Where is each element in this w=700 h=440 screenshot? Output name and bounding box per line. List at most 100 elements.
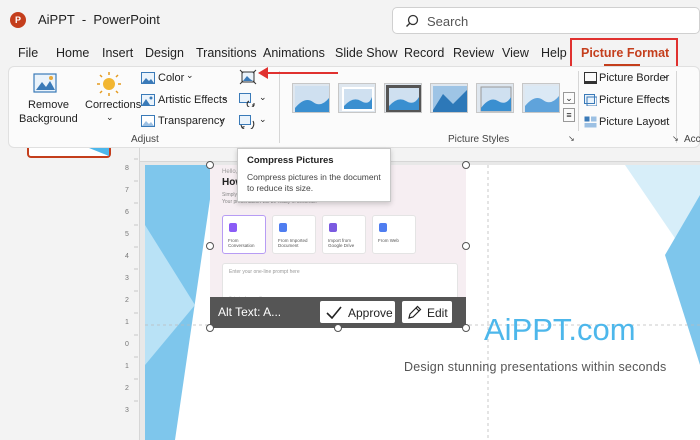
remove-background-label-1[interactable]: Remove	[28, 99, 69, 111]
picture-styles-group-label: Picture Styles	[448, 134, 510, 145]
powerpoint-logo-icon: P	[10, 12, 26, 28]
artistic-effects-chevron-down-icon[interactable]: ⌄	[221, 92, 229, 103]
annotation-arrow-line	[264, 72, 338, 74]
tab-transitions[interactable]: Transitions	[196, 46, 257, 60]
document-icon	[279, 223, 287, 232]
ribbon-separator-3	[676, 71, 677, 143]
card-drive-label-2: Google Drive	[328, 243, 355, 248]
svg-text:4: 4	[125, 253, 129, 260]
resize-handle-bottom-left[interactable]	[206, 324, 214, 332]
color-chevron-down-icon[interactable]: ⌄	[186, 70, 194, 81]
alt-text-label[interactable]: Alt Text: A...	[218, 305, 281, 319]
artistic-effects-icon[interactable]	[141, 94, 155, 106]
picture-border-icon[interactable]	[584, 72, 597, 84]
styles-launcher-icon[interactable]: ↘	[672, 134, 679, 143]
document-title: AiPPT - PowerPoint	[38, 12, 160, 27]
approve-label: Approve	[348, 306, 393, 320]
transparency-icon[interactable]	[141, 115, 155, 127]
corrections-chevron-down-icon[interactable]: ⌄	[106, 112, 114, 123]
svg-text:8: 8	[125, 165, 129, 172]
picture-style-3[interactable]	[384, 83, 422, 113]
compress-pictures-icon[interactable]	[239, 69, 257, 85]
tooltip-body-line-2: to reduce its size.	[247, 183, 314, 193]
artistic-effects-button[interactable]: Artistic Effects	[158, 94, 227, 106]
picture-card-web: From Web	[372, 215, 416, 254]
picture-styles-dialog-launcher-icon[interactable]: ↘	[568, 134, 575, 143]
picture-hello-text: Hello,	[222, 169, 238, 175]
tab-insert[interactable]: Insert	[102, 46, 133, 60]
compress-pictures-tooltip: Compress Pictures Compress pictures in t…	[237, 148, 391, 202]
svg-text:5: 5	[125, 231, 129, 238]
picture-effects-icon[interactable]	[584, 94, 597, 106]
vertical-ruler-ticks: 8 7 6 5 4 3 2 1 0 1 2 3	[125, 158, 138, 414]
change-picture-chevron-down-icon[interactable]: ⌄	[259, 92, 267, 103]
tab-view[interactable]: View	[502, 46, 529, 60]
resize-handle-top-left[interactable]	[206, 161, 214, 169]
reset-picture-chevron-down-icon[interactable]: ⌄	[259, 114, 267, 125]
edit-button[interactable]: Edit	[401, 300, 453, 324]
picture-style-4[interactable]	[430, 83, 468, 113]
transparency-chevron-down-icon[interactable]: ⌄	[218, 113, 226, 124]
remove-background-icon[interactable]	[33, 72, 59, 96]
tab-picture-format-label: Picture Format	[581, 46, 670, 60]
tab-animations[interactable]: Animations	[263, 46, 325, 60]
card-conv-label-2: Conversation	[228, 243, 255, 248]
picture-style-1[interactable]	[292, 83, 330, 113]
svg-text:3: 3	[125, 407, 129, 414]
picture-card-document: From Imported Document	[272, 215, 316, 254]
gallery-more-icon[interactable]: ≡	[563, 108, 575, 122]
color-icon[interactable]	[141, 72, 155, 84]
corrections-label[interactable]: Corrections	[85, 99, 141, 111]
corrections-icon[interactable]	[95, 71, 123, 97]
resize-handle-top-right[interactable]	[462, 161, 470, 169]
conversation-icon	[229, 223, 237, 232]
search-icon	[406, 14, 419, 27]
resize-handle-left[interactable]	[206, 242, 214, 250]
annotation-arrow-icon	[258, 67, 268, 79]
color-button[interactable]: Color	[158, 72, 184, 84]
transparency-button[interactable]: Transparency	[158, 115, 225, 127]
picture-border-button[interactable]: Picture Border	[599, 72, 669, 84]
tooltip-body: Compress pictures in the document to red…	[247, 172, 381, 194]
resize-handle-right[interactable]	[462, 242, 470, 250]
picture-effects-button[interactable]: Picture Effects	[599, 94, 670, 106]
tab-slide-show[interactable]: Slide Show	[335, 46, 398, 60]
tab-record[interactable]: Record	[404, 46, 444, 60]
tab-file[interactable]: File	[18, 46, 38, 60]
picture-style-5[interactable]	[476, 83, 514, 113]
tab-picture-format[interactable]: Picture Format	[570, 38, 678, 68]
approve-button[interactable]: Approve	[319, 300, 396, 324]
resize-handle-bottom-right[interactable]	[462, 324, 470, 332]
svg-text:1: 1	[125, 319, 129, 326]
picture-style-6[interactable]	[522, 83, 560, 113]
search-box[interactable]: Search	[392, 7, 700, 34]
adjust-group-label: Adjust	[131, 134, 159, 145]
slide-brand-title[interactable]: AiPPT.com	[484, 312, 636, 348]
checkmark-icon	[326, 306, 342, 319]
tab-review[interactable]: Review	[453, 46, 494, 60]
reset-picture-icon[interactable]	[239, 115, 255, 129]
change-picture-icon[interactable]	[239, 93, 255, 107]
slide-thumbnail[interactable]	[27, 148, 111, 158]
tab-help[interactable]: Help	[541, 46, 567, 60]
picture-border-chevron-down-icon[interactable]: ⌄	[662, 70, 670, 81]
card-web-label-1: From Web	[378, 238, 399, 243]
vertical-ruler: 8 7 6 5 4 3 2 1 0 1 2 3	[120, 148, 140, 440]
svg-text:2: 2	[125, 297, 129, 304]
ribbon-separator-2	[578, 71, 579, 131]
resize-handle-bottom[interactable]	[334, 324, 342, 332]
picture-effects-chevron-down-icon[interactable]: ⌄	[662, 92, 670, 103]
tab-design[interactable]: Design	[145, 46, 184, 60]
gallery-scroll-down-icon[interactable]: ⌄	[563, 92, 575, 104]
search-placeholder: Search	[427, 14, 469, 29]
accessibility-group-label: Acce	[684, 134, 700, 145]
slide-tagline[interactable]: Design stunning presentations within sec…	[404, 360, 666, 374]
picture-style-2[interactable]	[338, 83, 376, 113]
edit-label: Edit	[427, 306, 448, 320]
picture-layout-icon[interactable]	[584, 116, 597, 128]
pencil-icon	[408, 305, 422, 319]
picture-layout-chevron-down-icon[interactable]: ⌄	[659, 114, 667, 125]
picture-card-google-drive: Import from Google Drive	[322, 215, 366, 254]
remove-background-label-2[interactable]: Background	[19, 113, 78, 125]
tab-home[interactable]: Home	[56, 46, 89, 60]
